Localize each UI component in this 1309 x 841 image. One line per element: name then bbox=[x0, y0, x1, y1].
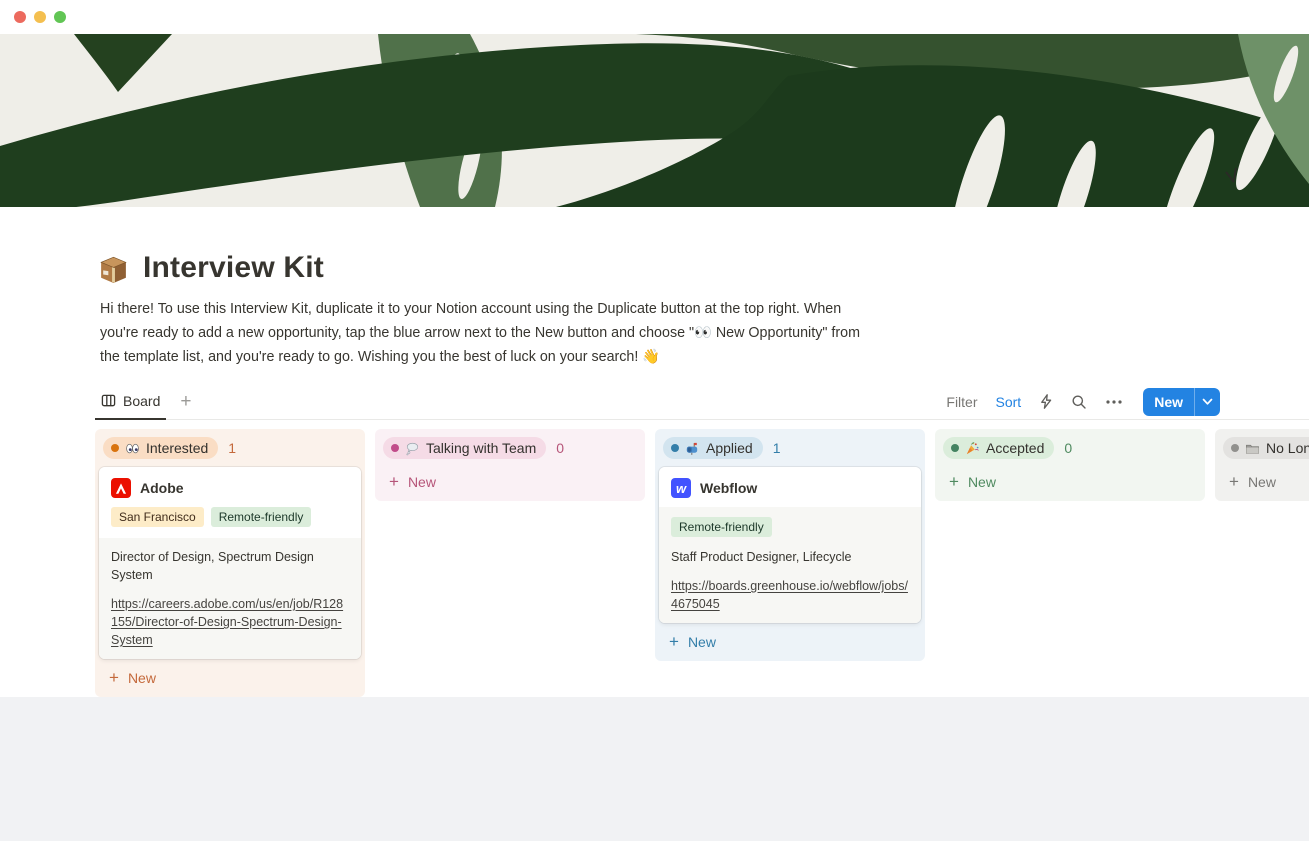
kanban-board: Interested 1 Adobe San Francisco Remote-… bbox=[95, 429, 1309, 697]
sort-button[interactable]: Sort bbox=[996, 394, 1022, 410]
add-card-button-no-longer[interactable]: + New bbox=[1219, 469, 1309, 495]
status-dot bbox=[951, 444, 959, 452]
column-count: 1 bbox=[773, 440, 781, 456]
monstera-leaves-illustration bbox=[0, 34, 1309, 207]
column-applied: Applied 1 w Webflow Remote-friendly Staf… bbox=[655, 429, 925, 661]
plus-icon: + bbox=[389, 473, 399, 490]
card-role: Staff Product Designer, Lifecycle bbox=[671, 548, 909, 566]
webflow-logo: w bbox=[671, 478, 691, 498]
column-header: Talking with Team 0 bbox=[379, 433, 641, 463]
column-header: Applied 1 bbox=[659, 433, 921, 463]
column-status-pill[interactable]: Interested bbox=[103, 437, 218, 459]
tag-san-francisco: San Francisco bbox=[111, 507, 204, 527]
card-company-name: Adobe bbox=[140, 480, 184, 496]
column-accepted: Accepted 0 + New bbox=[935, 429, 1205, 501]
column-label: No Longer Interested bbox=[1266, 440, 1309, 456]
filter-button[interactable]: Filter bbox=[946, 394, 977, 410]
column-count: 0 bbox=[556, 440, 564, 456]
column-count: 1 bbox=[228, 440, 236, 456]
plus-icon: + bbox=[109, 669, 119, 686]
status-dot bbox=[671, 444, 679, 452]
column-label: Interested bbox=[146, 440, 208, 456]
column-status-pill[interactable]: No Longer Interested bbox=[1223, 437, 1309, 459]
page-content: Interview Kit Hi there! To use this Inte… bbox=[0, 207, 1309, 697]
package-icon[interactable] bbox=[97, 252, 130, 285]
card-webflow[interactable]: w Webflow Remote-friendly Staff Product … bbox=[659, 467, 921, 623]
party-popper-icon bbox=[965, 441, 980, 456]
search-icon[interactable] bbox=[1071, 394, 1087, 410]
card-adobe[interactable]: Adobe San Francisco Remote-friendly Dire… bbox=[99, 467, 361, 659]
status-dot bbox=[111, 444, 119, 452]
column-talking-with-team: Talking with Team 0 + New bbox=[375, 429, 645, 501]
folder-icon bbox=[1245, 441, 1260, 456]
chevron-down-icon[interactable] bbox=[1194, 388, 1220, 416]
add-card-button-interested[interactable]: + New bbox=[99, 665, 361, 691]
add-card-button-accepted[interactable]: + New bbox=[939, 469, 1201, 495]
add-card-button-talking[interactable]: + New bbox=[379, 469, 641, 495]
column-label: Accepted bbox=[986, 440, 1044, 456]
card-job-link[interactable]: https://boards.greenhouse.io/webflow/job… bbox=[671, 577, 909, 613]
board-view-icon bbox=[101, 393, 116, 408]
card-tags: San Francisco Remote-friendly bbox=[99, 507, 361, 538]
add-view-button[interactable]: + bbox=[176, 390, 195, 413]
add-card-label: New bbox=[968, 474, 996, 490]
add-card-label: New bbox=[128, 670, 156, 686]
board-toolbar: Filter Sort New bbox=[946, 383, 1220, 420]
plus-icon: + bbox=[949, 473, 959, 490]
tab-board-view[interactable]: Board bbox=[95, 384, 166, 420]
column-header: Accepted 0 bbox=[939, 433, 1201, 463]
column-label: Talking with Team bbox=[426, 440, 536, 456]
column-status-pill[interactable]: Talking with Team bbox=[383, 437, 546, 459]
lightning-icon[interactable] bbox=[1039, 394, 1053, 409]
thought-balloon-icon bbox=[405, 441, 420, 456]
card-role: Director of Design, Spectrum Design Syst… bbox=[111, 548, 349, 584]
column-count: 0 bbox=[1064, 440, 1072, 456]
new-button[interactable]: New bbox=[1143, 388, 1220, 416]
card-preview: Director of Design, Spectrum Design Syst… bbox=[99, 538, 361, 659]
card-tags: Remote-friendly bbox=[671, 517, 909, 537]
window-background bbox=[0, 697, 1309, 841]
more-options-icon[interactable] bbox=[1105, 399, 1123, 405]
minimize-window-button[interactable] bbox=[34, 11, 46, 23]
column-header: Interested 1 bbox=[99, 433, 361, 463]
column-interested: Interested 1 Adobe San Francisco Remote-… bbox=[95, 429, 365, 697]
status-dot bbox=[1231, 444, 1239, 452]
status-dot bbox=[391, 444, 399, 452]
plus-icon: + bbox=[1229, 473, 1239, 490]
adobe-logo bbox=[111, 478, 131, 498]
column-label: Applied bbox=[706, 440, 753, 456]
page-description: Hi there! To use this Interview Kit, dup… bbox=[100, 297, 878, 369]
add-card-label: New bbox=[688, 634, 716, 650]
card-company-name: Webflow bbox=[700, 480, 757, 496]
zoom-window-button[interactable] bbox=[54, 11, 66, 23]
column-header: No Longer Interested bbox=[1219, 433, 1309, 463]
close-window-button[interactable] bbox=[14, 11, 26, 23]
card-preview: Remote-friendly Staff Product Designer, … bbox=[659, 507, 921, 623]
add-card-label: New bbox=[1248, 474, 1276, 490]
page-cover-image bbox=[0, 34, 1309, 207]
plus-icon: + bbox=[669, 633, 679, 650]
page-header: Interview Kit bbox=[97, 251, 324, 285]
board-tab-label: Board bbox=[123, 393, 160, 409]
add-card-button-applied[interactable]: + New bbox=[659, 629, 921, 655]
column-status-pill[interactable]: Applied bbox=[663, 437, 763, 459]
column-no-longer-interested: No Longer Interested + New bbox=[1215, 429, 1309, 501]
tag-remote-friendly: Remote-friendly bbox=[211, 507, 312, 527]
add-card-label: New bbox=[408, 474, 436, 490]
column-status-pill[interactable]: Accepted bbox=[943, 437, 1054, 459]
new-button-label[interactable]: New bbox=[1143, 388, 1194, 416]
tag-remote-friendly: Remote-friendly bbox=[671, 517, 772, 537]
eyes-icon bbox=[125, 441, 140, 456]
card-header: Adobe bbox=[99, 467, 361, 507]
mailbox-icon bbox=[685, 441, 700, 456]
card-job-link[interactable]: https://careers.adobe.com/us/en/job/R128… bbox=[111, 595, 349, 649]
window-titlebar bbox=[0, 0, 1309, 34]
page-title: Interview Kit bbox=[143, 251, 324, 285]
card-header: w Webflow bbox=[659, 467, 921, 507]
